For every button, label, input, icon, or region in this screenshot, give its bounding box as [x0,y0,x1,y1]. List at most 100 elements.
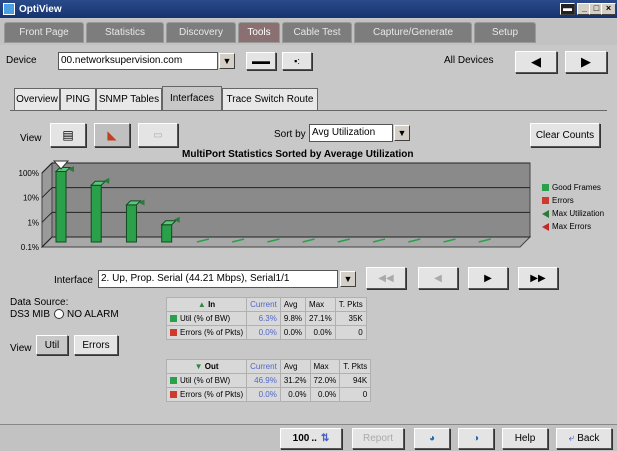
legend-errors: Errors [542,194,604,207]
utilization-chart: 100% 10% 1% 0.1% [19,160,532,252]
in-errors-avg: 0.0% [279,325,307,340]
report-button[interactable]: Report [352,428,404,449]
zoom-stepper-icon: ⇅ [320,433,330,444]
out-errors-tpkts: 0 [339,387,372,402]
out-stats-table: ▼ Out Current Avg Max T. Pkts Util (% of… [165,359,372,402]
save-icon: ◑ [472,433,480,444]
help-button[interactable]: Help [502,428,548,449]
out-errors-label: Errors (% of Pkts) [165,387,248,402]
sort-by-label: Sort by [274,129,306,140]
subtab-snmp-tables[interactable]: SNMP Tables [96,88,162,110]
in-header-row: ▲ In Current Avg Max T. Pkts [165,297,367,312]
table-row: Util (% of BW) 46.9% 31.2% 72.0% 94K [165,373,372,388]
interfaces-panel: View ▤ ◣ ▭ Sort by Avg Utilization ▼ Cle… [10,110,607,420]
rewind-icon: ◀◀ [378,272,394,284]
zoom-control[interactable]: 100.. ⇅ [280,428,342,449]
bottom-bar: 100.. ⇅ Report ◕ ◑ Help ⤶ Back [0,424,617,451]
out-util-tpkts: 94K [339,373,372,388]
chart-plot-area [51,162,531,238]
device-field[interactable]: 00.networksupervision.com [58,52,218,70]
zoom-value: 100 [292,433,310,444]
out-util-label: Util (% of BW) [165,373,248,388]
interface-label: Interface [54,275,93,286]
subtab-interfaces[interactable]: Interfaces [162,86,222,110]
in-header-current: Current [246,297,281,312]
in-errors-current: 0.0% [246,325,281,340]
good-frames-bar [55,171,67,243]
y-tick-label: 10% [23,194,39,203]
print-button[interactable]: ◕ [414,428,450,449]
clear-counts-button[interactable]: Clear Counts [530,123,600,147]
tab-discovery[interactable]: Discovery [166,22,236,43]
out-util-current: 46.9% [246,373,281,388]
tab-setup[interactable]: Setup [474,22,536,43]
next-device-button[interactable]: ▶ [565,51,607,73]
app-icon [3,3,15,15]
in-util-label: Util (% of BW) [165,311,248,326]
chart-view-button[interactable]: ◣ [94,123,130,147]
in-errors-label: Errors (% of Pkts) [165,325,248,340]
table-icon: ▤ [62,128,74,142]
no-alarm-radio[interactable] [54,309,64,319]
subtab-overview[interactable]: Overview [14,88,60,110]
view-label: View [20,133,42,144]
main-tab-bar: Front Page Statistics Discovery Tools Ca… [0,19,617,45]
legend-max-errors: Max Errors [542,220,604,233]
sort-by-field[interactable]: Avg Utilization [309,124,393,142]
good-frames-bar [161,224,173,243]
step-forward-icon: ▶ [484,272,492,284]
tab-capture-generate[interactable]: Capture/Generate [354,22,472,43]
prev-device-button[interactable]: ◀ [515,51,557,73]
back-icon: ⤶ [568,433,575,444]
rmon-view-button[interactable]: ▭ [138,123,178,147]
in-icon: ▲ [197,300,206,309]
out-errors-max: 0.0% [309,387,341,402]
network-icon-button[interactable]: ▪: [282,52,312,70]
out-header-current: Current [246,359,281,374]
chart-legend: Good Frames Errors Max Utilization Max E… [542,181,604,233]
y-tick-label: 0.1% [21,243,39,252]
subtab-ping[interactable]: PING [60,88,96,110]
prev-interface-button[interactable]: ◀ [418,267,458,289]
out-icon: ▼ [194,362,203,371]
close-button[interactable]: × [601,3,616,15]
errors-button[interactable]: Errors [74,335,118,355]
chart-floor [40,236,532,248]
last-interface-button[interactable]: ▶▶ [518,267,558,289]
legend-max-utilization: Max Utilization [542,207,604,220]
out-header-tpkts: T. Pkts [339,359,372,374]
in-stats-table: ▲ In Current Avg Max T. Pkts Util (% of … [165,297,367,340]
view2-label: View [10,343,32,354]
in-errors-tpkts: 0 [334,325,367,340]
table-row: Errors (% of Pkts) 0.0% 0.0% 0.0% 0 [165,387,372,402]
step-back-icon: ◀ [434,272,442,284]
out-util-max: 72.0% [309,373,341,388]
next-interface-button[interactable]: ▶ [468,267,508,289]
first-interface-button[interactable]: ◀◀ [366,267,406,289]
chart-side-wall [41,161,53,249]
interface-dropdown-button[interactable]: ▼ [340,271,356,287]
rmon-icon: ▭ [153,129,163,141]
network-icon: ▪: [294,56,300,66]
device-dropdown-button[interactable]: ▼ [219,53,235,69]
keyboard-icon[interactable]: ▬ [560,3,575,15]
window-title: OptiView [19,3,62,15]
util-button[interactable]: Util [36,335,68,355]
tab-front-page[interactable]: Front Page [4,22,84,43]
interface-field[interactable]: 2. Up, Prop. Serial (44.21 Mbps), Serial… [98,270,338,288]
device-icon-button[interactable]: ▬▬ [246,52,276,70]
table-view-button[interactable]: ▤ [50,123,86,147]
device-label: Device [6,55,37,66]
sort-by-dropdown-button[interactable]: ▼ [394,125,410,141]
in-header-avg: Avg [279,297,307,312]
right-arrow-icon: ▶ [581,54,591,69]
tab-tools[interactable]: Tools [238,22,280,43]
tab-statistics[interactable]: Statistics [86,22,164,43]
legend-errors-swatch [542,197,549,205]
subtab-trace-switch-route[interactable]: Trace Switch Route [222,88,318,110]
tab-cable-test[interactable]: Cable Test [282,22,352,43]
save-button[interactable]: ◑ [458,428,494,449]
data-source-label: Data Source: [10,297,69,308]
out-header-max: Max [309,359,341,374]
back-button[interactable]: ⤶ Back [556,428,612,449]
